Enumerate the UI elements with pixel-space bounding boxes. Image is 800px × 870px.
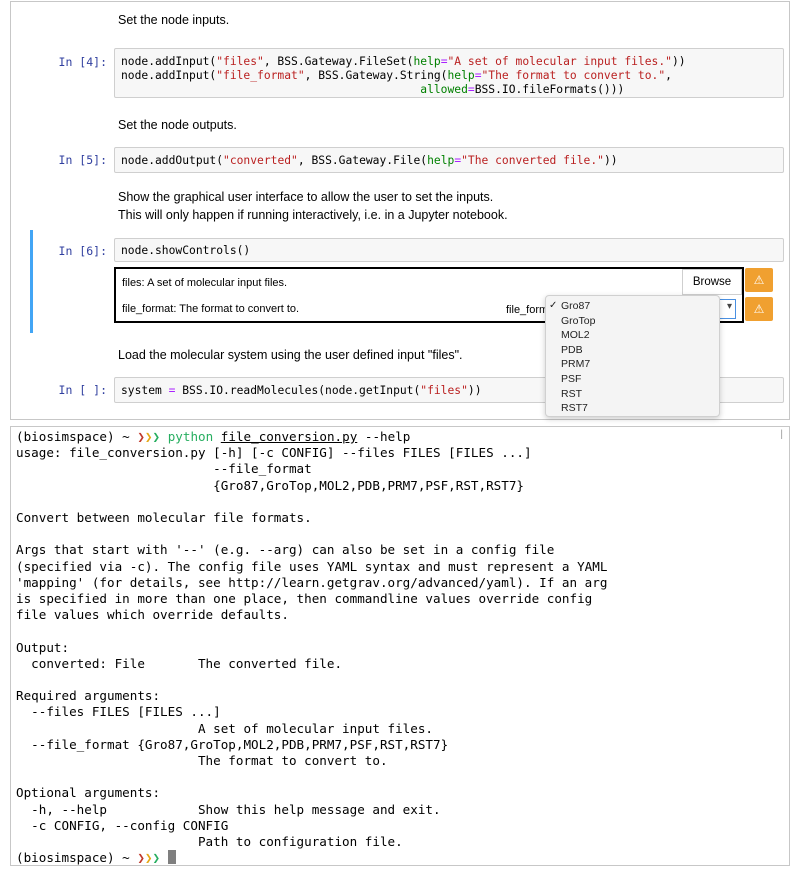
terminal-line (11, 494, 789, 510)
cell-prompt-7: In [ ]: (58, 383, 107, 397)
dropdown-option[interactable]: PSF (546, 372, 719, 387)
file-format-dropdown-list: ✓ Gro87 GroTop MOL2 PDB PRM7 PSF RST RST7 (545, 295, 720, 417)
dropdown-option[interactable]: GroTop (546, 314, 719, 329)
files-label: files: A set of molecular input files. (122, 277, 288, 289)
selected-cell-indicator (30, 230, 33, 333)
terminal-line: file values which override defaults. (16, 607, 289, 623)
terminal-line (11, 623, 789, 639)
cell-prompt-4: In [4]: (58, 55, 107, 69)
terminal-line: Convert between molecular file formats. (16, 510, 312, 526)
terminal-line: The format to convert to. (16, 753, 388, 769)
terminal-line: converted: File The converted file. (16, 655, 343, 671)
command-line: (biosimspace) ~ ❯❯❯ python file_conversi… (16, 429, 411, 444)
chevron-down-icon: ▾ (726, 301, 732, 312)
terminal-line: Output: (16, 639, 70, 655)
files-warning-icon[interactable]: ⚠ (745, 268, 773, 292)
terminal-line: --files FILES [FILES ...] (16, 704, 221, 720)
code-cell-5-source[interactable]: node.addOutput("converted", BSS.Gateway.… (115, 148, 783, 174)
code-cell-5[interactable]: node.addOutput("converted", BSS.Gateway.… (114, 147, 784, 173)
dropdown-option[interactable]: ✓ Gro87 (546, 299, 719, 314)
terminal-line: {Gro87,GroTop,MOL2,PDB,PRM7,PSF,RST,RST7… (16, 477, 524, 493)
terminal-line: --file_format {Gro87,GroTop,MOL2,PDB,PRM… (16, 736, 449, 752)
terminal-line (11, 526, 789, 542)
prompt-line: (biosimspace) ~ ❯❯❯ (11, 850, 789, 866)
terminal-line (11, 672, 789, 688)
checkmark-icon: ✓ (549, 300, 558, 311)
file-format-label: file_format: The format to convert to. (122, 303, 300, 315)
dropdown-option[interactable]: MOL2 (546, 328, 719, 343)
terminal-line: Required arguments: (16, 688, 161, 704)
terminal-line: -c CONFIG, --config CONFIG (16, 817, 229, 833)
code-cell-6-source[interactable]: node.showControls() (115, 239, 783, 264)
terminal-line: is specified in more than one place, the… (16, 591, 593, 607)
terminal-output: usage: file_conversion.py [-h] [-c CONFI… (11, 445, 789, 850)
dropdown-option[interactable]: RST (546, 387, 719, 402)
terminal-line (11, 769, 789, 785)
terminal-line: Path to configuration file. (16, 834, 403, 850)
markdown-set-inputs: Set the node inputs. (118, 13, 230, 27)
terminal-line: usage: file_conversion.py [-h] [-c CONFI… (16, 445, 532, 461)
dropdown-option[interactable]: PDB (546, 343, 719, 358)
terminal-line: Optional arguments: (16, 785, 161, 801)
markdown-set-outputs: Set the node outputs. (118, 118, 237, 132)
markdown-show-gui-2: This will only happen if running interac… (118, 208, 508, 222)
terminal-line: --file_format (16, 461, 312, 477)
code-cell-4[interactable]: node.addInput("files", BSS.Gateway.FileS… (114, 48, 784, 98)
code-cell-6[interactable]: node.showControls() (114, 238, 784, 262)
browse-button[interactable]: Browse (682, 269, 742, 295)
terminal-line: A set of molecular input files. (16, 720, 434, 736)
cursor (167, 850, 176, 865)
code-cell-4-source[interactable]: node.addInput("files", BSS.Gateway.FileS… (115, 49, 783, 103)
dropdown-option[interactable]: RST7 (546, 401, 719, 416)
format-warning-icon[interactable]: ⚠ (745, 297, 773, 321)
terminal-line: -h, --help Show this help message and ex… (16, 801, 441, 817)
markdown-show-gui-1: Show the graphical user interface to all… (118, 190, 494, 204)
terminal-line: 'mapping' (for details, see http://learn… (16, 574, 608, 590)
markdown-load-system: Load the molecular system using the user… (118, 348, 463, 362)
scroll-indicator: | (780, 429, 783, 440)
terminal-panel[interactable]: | (biosimspace) ~ ❯❯❯ python file_conver… (10, 426, 790, 866)
files-row: files: A set of molecular input files. B… (116, 269, 742, 295)
terminal-line: Args that start with '--' (e.g. --arg) c… (16, 542, 555, 558)
cell-prompt-5: In [5]: (58, 153, 107, 167)
cell-prompt-6: In [6]: (58, 244, 107, 258)
dropdown-option[interactable]: PRM7 (546, 357, 719, 372)
terminal-line: (specified via -c). The config file uses… (16, 558, 608, 574)
